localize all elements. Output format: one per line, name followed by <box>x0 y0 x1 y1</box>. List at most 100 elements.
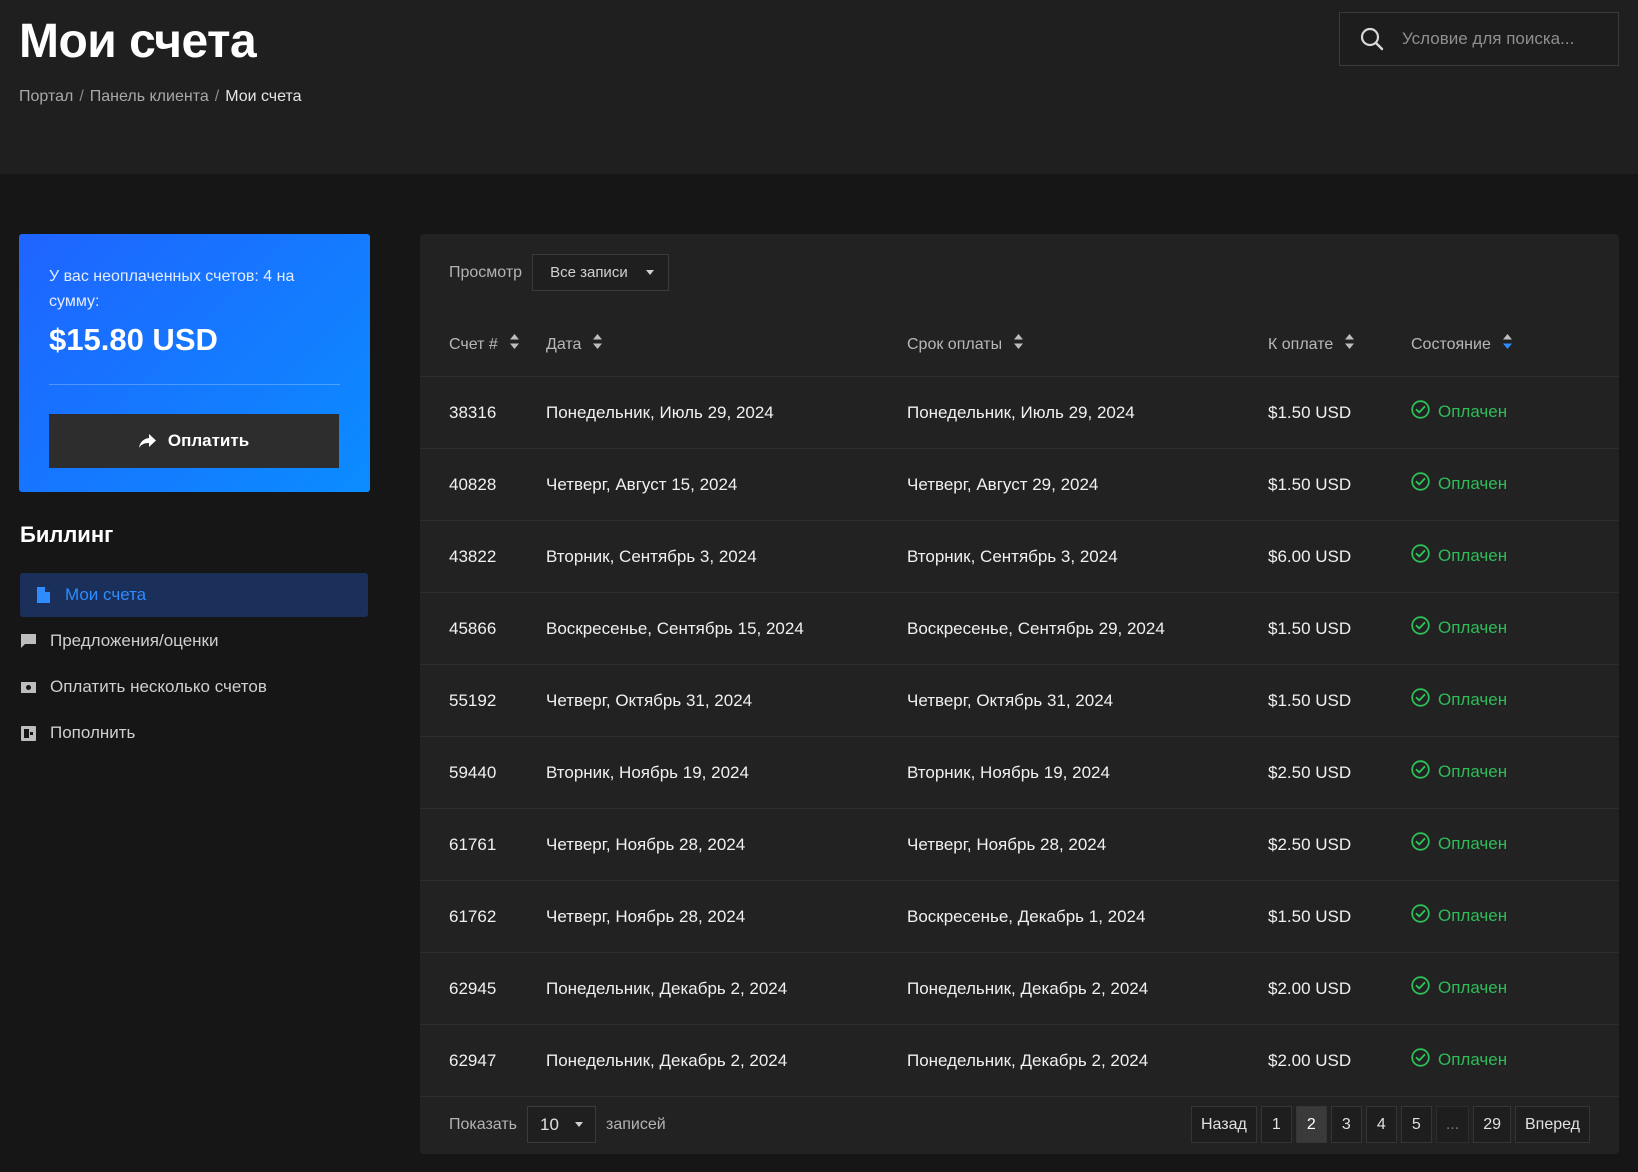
search-box[interactable] <box>1339 12 1619 66</box>
page-button-1[interactable]: 1 <box>1260 1106 1292 1143</box>
column-label: Счет # <box>449 336 498 354</box>
due-date-cell: Понедельник, Декабрь 2, 2024 <box>907 952 1268 1025</box>
check-circle-icon <box>1411 975 1430 1000</box>
check-circle-icon <box>1411 399 1430 424</box>
status-badge: Оплачен <box>1438 905 1508 925</box>
caret-down-icon <box>645 270 654 275</box>
column-header-status[interactable]: Состояние <box>1411 314 1619 377</box>
check-circle-icon <box>1411 831 1430 856</box>
file-icon <box>35 587 51 603</box>
table-row[interactable]: 62947 Понедельник, Декабрь 2, 2024 Понедел… <box>420 1024 1619 1097</box>
column-label: К оплате <box>1268 336 1334 354</box>
sort-icon <box>1014 334 1024 354</box>
invoice-number-cell: 45866 <box>420 592 546 665</box>
table-row[interactable]: 45866 Воскресенье, Сентябрь 15, 2024 Воскр… <box>420 592 1619 665</box>
unpaid-summary-text: У вас неоплаченных счетов: 4 на сумму: <box>49 268 295 310</box>
invoices-panel: Просмотр Все записи Счет # Дата Срок опл… <box>420 234 1619 1154</box>
table-header-row: Счет # Дата Срок оплаты К оплате Состоян… <box>420 314 1619 377</box>
unpaid-balance-card: У вас неоплаченных счетов: 4 на сумму: $… <box>19 234 370 492</box>
invoices-table: Счет # Дата Срок оплаты К оплате Состоян… <box>420 314 1619 1097</box>
invoice-number-cell: 55192 <box>420 664 546 737</box>
due-date-cell: Четверг, Август 29, 2024 <box>907 448 1268 521</box>
total-cell: $2.50 USD <box>1268 736 1411 809</box>
breadcrumb-client-panel[interactable]: Панель клиента <box>90 88 209 105</box>
invoice-number-cell: 43822 <box>420 520 546 593</box>
column-header-total[interactable]: К оплате <box>1268 314 1411 377</box>
column-header-due-date[interactable]: Срок оплаты <box>907 314 1268 377</box>
due-date-cell: Понедельник, Декабрь 2, 2024 <box>907 1024 1268 1097</box>
view-select-value: Все записи <box>550 264 628 281</box>
due-date-cell: Воскресенье, Декабрь 1, 2024 <box>907 880 1268 953</box>
next-page-button[interactable]: Вперед <box>1514 1106 1590 1143</box>
status-badge: Оплачен <box>1438 761 1508 781</box>
check-circle-icon <box>1411 543 1430 568</box>
status-badge: Оплачен <box>1438 473 1508 493</box>
unpaid-amount: $15.80 USD <box>49 322 218 357</box>
billing-section-title: Биллинг <box>20 522 114 547</box>
table-footer: Показать 10 записей Назад 1 2 3 4 5 ... … <box>420 1100 1619 1154</box>
breadcrumb: Портал / Панель клиента / Мои счета <box>19 88 302 106</box>
table-row[interactable]: 61761 Четверг, Ноябрь 28, 2024 Четверг, Но… <box>420 808 1619 881</box>
total-cell: $6.00 USD <box>1268 520 1411 593</box>
status-cell: Оплачен <box>1411 736 1619 809</box>
invoice-number-cell: 61762 <box>420 880 546 953</box>
table-row[interactable]: 62945 Понедельник, Декабрь 2, 2024 Понедел… <box>420 952 1619 1025</box>
status-cell: Оплачен <box>1411 880 1619 953</box>
table-row[interactable]: 38316 Понедельник, Июль 29, 2024 Понедельн… <box>420 376 1619 449</box>
total-cell: $2.50 USD <box>1268 808 1411 881</box>
billing-menu: Мои счета Предложения/оценки Оплатить не… <box>20 573 368 757</box>
check-circle-icon <box>1411 687 1430 712</box>
status-badge: Оплачен <box>1438 545 1508 565</box>
search-icon <box>1360 27 1384 51</box>
breadcrumb-current: Мои счета <box>225 88 302 105</box>
check-circle-icon <box>1411 471 1430 496</box>
total-cell: $1.50 USD <box>1268 448 1411 521</box>
table-row[interactable]: 61762 Четверг, Ноябрь 28, 2024 Воскресенье… <box>420 880 1619 953</box>
pay-button[interactable]: Оплатить <box>49 414 339 468</box>
table-row[interactable]: 59440 Вторник, Ноябрь 19, 2024 Вторник, Но… <box>420 736 1619 809</box>
caret-down-icon <box>575 1122 584 1127</box>
invoice-date-cell: Воскресенье, Сентябрь 15, 2024 <box>546 592 907 665</box>
status-badge: Оплачен <box>1438 977 1508 997</box>
page-button-2[interactable]: 2 <box>1295 1106 1327 1143</box>
column-label: Состояние <box>1411 336 1491 354</box>
status-cell: Оплачен <box>1411 592 1619 665</box>
search-input[interactable] <box>1400 28 1604 50</box>
total-cell: $1.50 USD <box>1268 880 1411 953</box>
status-cell: Оплачен <box>1411 664 1619 737</box>
pagination: Назад 1 2 3 4 5 ... 29 Вперед <box>1191 1106 1590 1143</box>
invoice-date-cell: Вторник, Ноябрь 19, 2024 <box>546 736 907 809</box>
view-select[interactable]: Все записи <box>532 254 669 291</box>
invoice-date-cell: Четверг, Ноябрь 28, 2024 <box>546 880 907 953</box>
page-button-29[interactable]: 29 <box>1473 1106 1511 1143</box>
previous-page-button[interactable]: Назад <box>1191 1106 1257 1143</box>
column-header-date[interactable]: Дата <box>546 314 907 377</box>
table-row[interactable]: 43822 Вторник, Сентябрь 3, 2024 Вторник, С… <box>420 520 1619 593</box>
due-date-cell: Четверг, Октябрь 31, 2024 <box>907 664 1268 737</box>
invoice-number-cell: 59440 <box>420 736 546 809</box>
table-row[interactable]: 40828 Четверг, Август 15, 2024 Четверг, Ав… <box>420 448 1619 521</box>
sidebar-item-add-funds[interactable]: Пополнить <box>20 711 368 755</box>
view-label: Просмотр <box>449 263 523 281</box>
status-badge: Оплачен <box>1438 1049 1508 1069</box>
due-date-cell: Понедельник, Июль 29, 2024 <box>907 376 1268 449</box>
sidebar-item-mass-pay[interactable]: Оплатить несколько счетов <box>20 665 368 709</box>
column-header-invoice-number[interactable]: Счет # <box>420 314 546 377</box>
sidebar-item-quotes[interactable]: Предложения/оценки <box>20 619 368 663</box>
due-date-cell: Вторник, Сентябрь 3, 2024 <box>907 520 1268 593</box>
records-label: записей <box>606 1115 666 1133</box>
check-circle-icon <box>1411 903 1430 928</box>
page-button-5[interactable]: 5 <box>1400 1106 1432 1143</box>
comment-icon <box>20 633 36 649</box>
status-cell: Оплачен <box>1411 448 1619 521</box>
breadcrumb-portal[interactable]: Портал <box>19 88 73 105</box>
status-badge: Оплачен <box>1438 689 1508 709</box>
share-arrow-icon <box>138 433 156 448</box>
page-ellipsis: ... <box>1435 1106 1470 1143</box>
table-row[interactable]: 55192 Четверг, Октябрь 31, 2024 Четверг, О… <box>420 664 1619 737</box>
page-size-select[interactable]: 10 <box>527 1106 597 1143</box>
sidebar-item-my-invoices[interactable]: Мои счета <box>20 573 368 617</box>
page-button-4[interactable]: 4 <box>1365 1106 1397 1143</box>
sort-icon <box>593 334 603 354</box>
page-button-3[interactable]: 3 <box>1330 1106 1362 1143</box>
